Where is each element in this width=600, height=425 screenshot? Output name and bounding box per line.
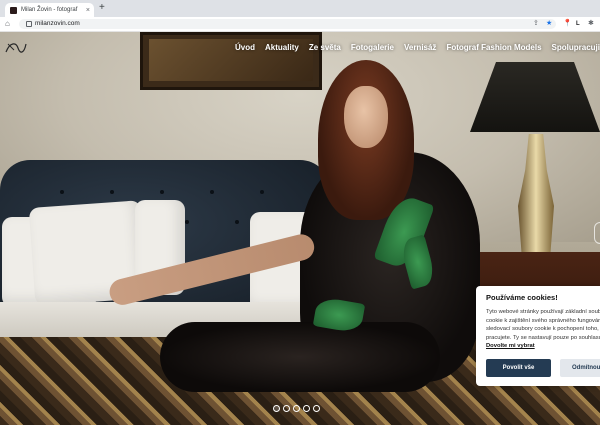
nav-item-vernisaz[interactable]: Vernisáž bbox=[404, 43, 436, 52]
nav-item-ze-sveta[interactable]: Ze světa bbox=[309, 43, 341, 52]
address-bar[interactable]: milanzovin.com ⇪ ★ bbox=[19, 19, 556, 29]
nav-item-spolupracuji[interactable]: Spolupracuji bbox=[552, 43, 600, 52]
slider-dot[interactable] bbox=[283, 405, 290, 412]
model-face bbox=[344, 86, 388, 148]
tab-close-icon[interactable]: × bbox=[86, 7, 90, 14]
nav-item-aktuality[interactable]: Aktuality bbox=[265, 43, 299, 52]
profile-avatar[interactable]: L bbox=[576, 17, 580, 31]
site-favicon-icon bbox=[10, 6, 17, 14]
extensions-puzzle-icon[interactable]: ✱ bbox=[588, 17, 594, 31]
slider-dot[interactable] bbox=[273, 405, 280, 412]
extension-pin-icon[interactable]: 📍 bbox=[563, 17, 572, 31]
nav-item-fotogalerie[interactable]: Fotogalerie bbox=[351, 43, 394, 52]
slider-dot[interactable] bbox=[303, 405, 310, 412]
nav-item-uvod[interactable]: Úvod bbox=[235, 43, 255, 52]
bookmark-star-icon[interactable]: ★ bbox=[546, 19, 552, 29]
accept-all-button[interactable]: Povolit vše bbox=[486, 359, 551, 377]
nav-item-fashion-models[interactable]: Fotograf Fashion Models bbox=[446, 43, 541, 52]
cookie-title: Používáme cookies! bbox=[486, 293, 558, 302]
reject-all-button[interactable]: Odmítnout vše bbox=[560, 359, 600, 377]
site-logo[interactable] bbox=[4, 38, 28, 56]
browser-tab[interactable]: Milan Žovin - fotograf × bbox=[5, 3, 94, 17]
url-text: milanzovin.com bbox=[35, 20, 80, 27]
main-navigation: Úvod Aktuality Ze světa Fotogalerie Vern… bbox=[225, 43, 600, 52]
share-icon[interactable]: ⇪ bbox=[533, 19, 539, 29]
slider-next-arrow[interactable] bbox=[594, 222, 600, 244]
new-tab-button[interactable]: + bbox=[99, 3, 105, 13]
slider-pagination bbox=[273, 405, 320, 412]
cookie-description: Tyto webové stránky používají základní s… bbox=[486, 309, 600, 341]
wall-painting bbox=[140, 32, 322, 90]
lock-icon bbox=[26, 21, 32, 27]
reload-icon[interactable]: ⌂ bbox=[5, 19, 10, 29]
browser-toolbar: ⌂ milanzovin.com ⇪ ★ 📍 L ✱ bbox=[0, 17, 600, 32]
slider-dot[interactable] bbox=[313, 405, 320, 412]
cookie-text: Tyto webové stránky používají základní s… bbox=[486, 308, 600, 351]
browser-tab-strip: Milan Žovin - fotograf × + bbox=[0, 0, 600, 17]
cookie-choose-link[interactable]: Dovolte mi vybrat bbox=[486, 343, 535, 349]
model-legs bbox=[160, 322, 440, 392]
slider-dot[interactable] bbox=[293, 405, 300, 412]
tab-title: Milan Žovin - fotograf bbox=[21, 7, 78, 13]
cookie-consent-panel: Používáme cookies! Tyto webové stránky p… bbox=[476, 286, 600, 386]
